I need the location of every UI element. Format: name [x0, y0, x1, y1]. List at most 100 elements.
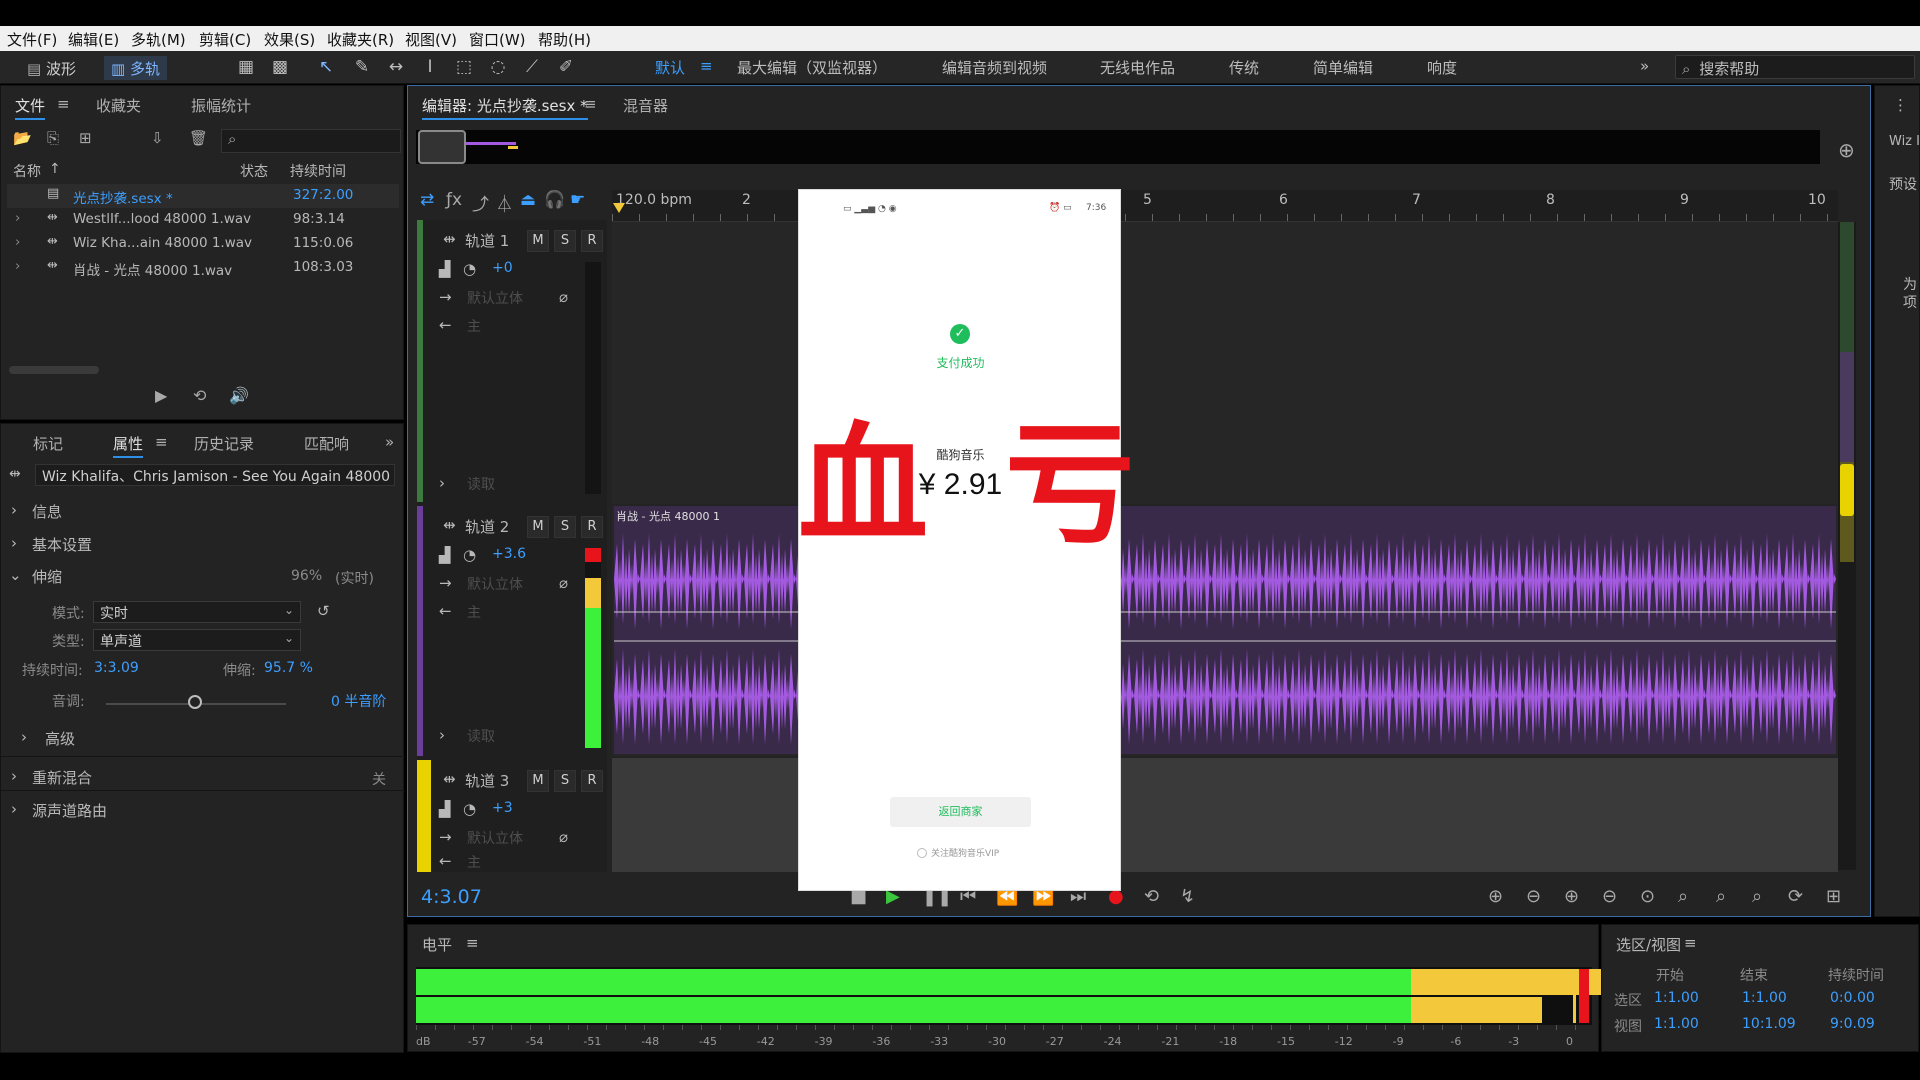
skip-icon[interactable]: ↯ — [1180, 886, 1195, 907]
track-1-mute-button[interactable]: M — [527, 230, 549, 252]
level-menu-icon[interactable]: ≡ — [466, 934, 479, 952]
pitch-display-icon[interactable]: ▩ — [268, 57, 292, 79]
tab-editor[interactable]: 编辑器: 光点抄袭.sesx * — [422, 95, 588, 120]
tab-files[interactable]: 文件 — [15, 95, 46, 120]
track-2-name[interactable]: 轨道 2 — [465, 516, 509, 537]
section-stretch[interactable]: 伸缩 — [32, 566, 62, 587]
track-3-name[interactable]: 轨道 3 — [465, 770, 509, 791]
reset-icon[interactable]: ↺ — [317, 602, 330, 620]
loop-icon[interactable]: ⟲ — [1144, 886, 1159, 907]
menu-clip[interactable]: 剪辑(C) — [199, 29, 251, 50]
lasso-tool-icon[interactable]: ◌ — [486, 57, 510, 79]
zoom-full-icon[interactable]: ⊙ — [1640, 886, 1655, 907]
session-overview[interactable] — [416, 130, 1820, 164]
track-2-mute-button[interactable]: M — [527, 516, 549, 538]
multitrack-view-button[interactable]: ▥ 多轨 — [104, 56, 167, 80]
workspace-menu-icon[interactable]: ≡ — [700, 57, 713, 75]
track-3-input[interactable]: 默认立体 — [467, 828, 523, 848]
file-menu-icon[interactable]: ≡ — [57, 95, 70, 113]
delete-icon[interactable]: 🗑 — [189, 129, 208, 147]
fx-icon[interactable]: ƒx — [446, 190, 462, 210]
section-advanced[interactable]: 高级 — [45, 728, 75, 749]
pitch-slider-handle[interactable] — [188, 695, 202, 709]
tab-match-loudness[interactable]: 匹配响 — [304, 433, 349, 454]
col-duration[interactable]: 持续时间 — [290, 161, 346, 181]
scroll-thumb[interactable] — [1840, 464, 1854, 516]
expand-icon[interactable]: › — [15, 234, 20, 250]
track-2-solo-button[interactable]: S — [554, 516, 576, 538]
zoom-tracks-icon[interactable]: ⊞ — [1826, 886, 1841, 907]
clip-indicator[interactable] — [1579, 969, 1589, 1023]
stretch-value[interactable]: 95.7 % — [264, 660, 313, 676]
track-2-volume[interactable]: +3.6 — [492, 546, 526, 562]
workspace-radio[interactable]: 无线电作品 — [1100, 57, 1175, 78]
col-status[interactable]: 状态 — [240, 161, 268, 181]
play-preview-icon[interactable]: ▶ — [155, 386, 167, 405]
file-list-scrollbar[interactable] — [9, 366, 99, 374]
section-routing-chevron[interactable]: › — [11, 800, 17, 818]
zoom-in-point-icon[interactable]: ⌕ — [1678, 886, 1688, 907]
track-1-mode[interactable]: 读取 — [467, 474, 495, 494]
tab-properties[interactable]: 属性 — [113, 433, 144, 458]
menu-help[interactable]: 帮助(H) — [538, 29, 591, 50]
zoom-in-time-icon[interactable]: ⊕ — [1564, 886, 1579, 907]
section-stretch-chevron[interactable]: ⌄ — [9, 566, 22, 584]
zoom-out-point-icon[interactable]: ⌕ — [1716, 886, 1726, 907]
phase-icon[interactable]: ⌀ — [559, 574, 568, 592]
open-folder-icon[interactable]: 📂 — [13, 129, 32, 147]
selection-duration[interactable]: 0:0.00 — [1830, 990, 1875, 1006]
follow-checkbox[interactable] — [917, 848, 927, 858]
more-workspaces-icon[interactable]: » — [1640, 57, 1649, 75]
razor-tool-icon[interactable]: ✎ — [350, 57, 374, 79]
menu-edit[interactable]: 编辑(E) — [68, 29, 119, 50]
track-2-mode[interactable]: 读取 — [467, 726, 495, 746]
monitor-icon[interactable]: 🎧 — [544, 190, 565, 210]
spot-heal-icon[interactable]: ✐ — [554, 57, 578, 79]
time-selection-icon[interactable]: I — [418, 57, 442, 79]
return-merchant-button[interactable]: 返回商家 — [890, 797, 1031, 827]
section-remix[interactable]: 重新混合 — [32, 767, 92, 788]
marquee-tool-icon[interactable]: ⬚ — [452, 57, 476, 79]
auto-play-icon[interactable]: 🔊 — [229, 386, 249, 405]
zoom-selection-icon[interactable]: ⌕ — [1752, 886, 1762, 907]
tab-history[interactable]: 历史记录 — [194, 433, 254, 454]
track-3-mute-button[interactable]: M — [527, 770, 549, 792]
mode-select[interactable]: 实时 ⌄ — [93, 601, 301, 623]
input-output-icon[interactable]: ⇄ — [420, 190, 434, 210]
waveform-view-button[interactable]: ▤ 波形 — [20, 56, 83, 80]
track-3-lane[interactable] — [612, 758, 1838, 872]
track-1-output[interactable]: 主 — [467, 316, 481, 336]
playhead-marker[interactable] — [613, 203, 625, 213]
zoom-in-amplitude-icon[interactable]: ⊕ — [1488, 886, 1503, 907]
zoom-out-amplitude-icon[interactable]: ⊖ — [1526, 886, 1541, 907]
track-3-record-button[interactable]: R — [581, 770, 603, 792]
view-end[interactable]: 10:1.09 — [1742, 1016, 1796, 1032]
volume-knob-icon[interactable]: ◔ — [463, 546, 476, 564]
menu-multitrack[interactable]: 多轨(M) — [131, 29, 186, 50]
automation-chevron[interactable]: › — [439, 726, 445, 744]
more-tabs-icon[interactable]: » — [385, 433, 394, 451]
file-search-input[interactable]: ⌕ — [221, 129, 401, 153]
track-3-output[interactable]: 主 — [467, 852, 481, 872]
selection-start[interactable]: 1:1.00 — [1654, 990, 1699, 1006]
time-display[interactable]: 4:3.07 — [421, 886, 482, 908]
section-remix-chevron[interactable]: › — [11, 767, 17, 785]
track-1-input[interactable]: 默认立体 — [467, 288, 523, 308]
phase-icon[interactable]: ⌀ — [559, 288, 568, 306]
workspace-loudness[interactable]: 响度 — [1427, 57, 1457, 78]
remix-state[interactable]: 关 — [372, 769, 386, 789]
menu-view[interactable]: 视图(V) — [405, 29, 457, 50]
track-2-record-button[interactable]: R — [581, 516, 603, 538]
type-select[interactable]: 单声道 ⌄ — [93, 629, 301, 651]
file-row-session[interactable]: ▤ 光点抄袭.sesx * 327:2.00 — [7, 184, 399, 208]
new-file-icon[interactable]: ⊞ — [79, 129, 92, 147]
duration-value[interactable]: 3:3.09 — [94, 660, 139, 676]
workspace-edit-video[interactable]: 编辑音频到视频 — [942, 57, 1047, 78]
workspace-default[interactable]: 默认 — [655, 57, 685, 78]
file-row[interactable]: › ⇹ WestlIf...lood 48000 1.wav 98:3.14 — [7, 208, 399, 232]
menu-favorites[interactable]: 收藏夹(R) — [327, 29, 394, 50]
expand-icon[interactable]: › — [15, 258, 20, 274]
track-1-lane[interactable] — [612, 222, 1838, 504]
workspace-classic[interactable]: 传统 — [1229, 57, 1259, 78]
automation-chevron[interactable]: › — [439, 474, 445, 492]
